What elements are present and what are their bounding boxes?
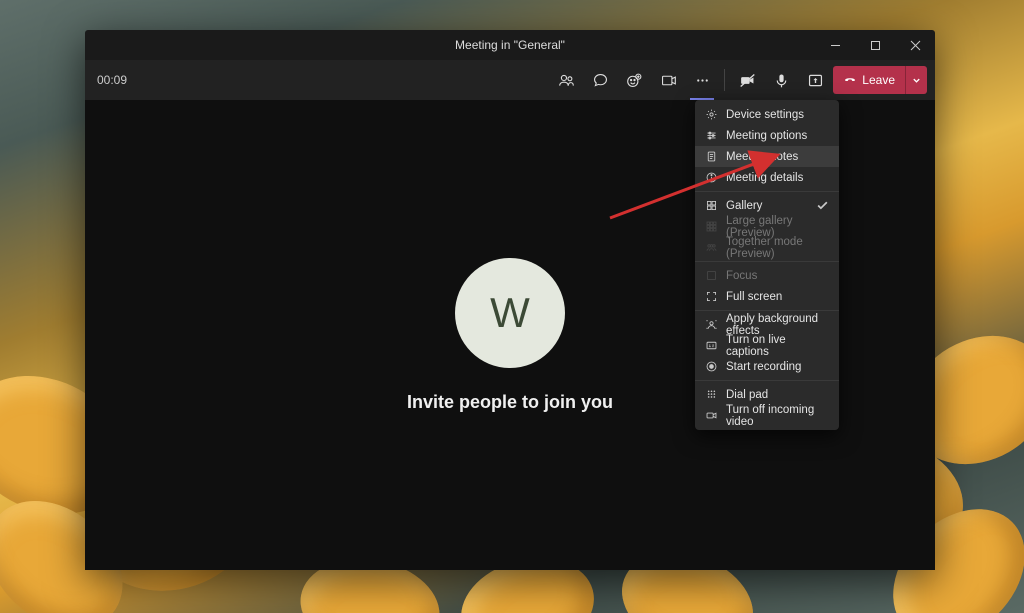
more-actions-menu: Device settings Meeting options Meeting … bbox=[695, 100, 839, 430]
menu-device-settings[interactable]: Device settings bbox=[695, 104, 839, 125]
minimize-button[interactable] bbox=[815, 30, 855, 60]
menu-meeting-details[interactable]: Meeting details bbox=[695, 167, 839, 188]
menu-separator bbox=[695, 191, 839, 192]
menu-large-gallery: Large gallery (Preview) bbox=[695, 216, 839, 237]
menu-label: Full screen bbox=[726, 291, 782, 303]
menu-label: Gallery bbox=[726, 200, 762, 212]
leave-button[interactable]: Leave bbox=[833, 66, 927, 94]
menu-label: Device settings bbox=[726, 109, 804, 121]
rooms-button[interactable] bbox=[652, 64, 684, 96]
window-controls bbox=[815, 30, 935, 60]
menu-label: Meeting notes bbox=[726, 151, 798, 163]
toolbar-separator bbox=[724, 69, 725, 91]
menu-label: Start recording bbox=[726, 361, 801, 373]
menu-label: Turn on live captions bbox=[726, 334, 829, 358]
invite-text: Invite people to join you bbox=[407, 392, 613, 413]
menu-separator bbox=[695, 310, 839, 311]
leave-caret[interactable] bbox=[905, 66, 927, 94]
menu-meeting-options[interactable]: Meeting options bbox=[695, 125, 839, 146]
avatar: W bbox=[455, 258, 565, 368]
titlebar: Meeting in "General" bbox=[85, 30, 935, 60]
camera-button[interactable] bbox=[731, 64, 763, 96]
menu-background-effects[interactable]: Apply background effects bbox=[695, 314, 839, 335]
menu-label: Meeting details bbox=[726, 172, 803, 184]
menu-label: Turn off incoming video bbox=[726, 404, 829, 428]
chat-button[interactable] bbox=[584, 64, 616, 96]
menu-dial-pad[interactable]: Dial pad bbox=[695, 384, 839, 405]
leave-label: Leave bbox=[862, 73, 895, 87]
check-icon bbox=[816, 199, 829, 212]
window-title: Meeting in "General" bbox=[455, 38, 565, 52]
mic-button[interactable] bbox=[765, 64, 797, 96]
meeting-timer: 00:09 bbox=[97, 73, 127, 87]
menu-together-mode: Together mode (Preview) bbox=[695, 237, 839, 258]
menu-live-captions[interactable]: Turn on live captions bbox=[695, 335, 839, 356]
meeting-toolbar: 00:09 bbox=[85, 60, 935, 100]
menu-label: Meeting options bbox=[726, 130, 807, 142]
menu-label: Together mode (Preview) bbox=[726, 236, 829, 260]
people-button[interactable] bbox=[550, 64, 582, 96]
menu-start-recording[interactable]: Start recording bbox=[695, 356, 839, 377]
menu-meeting-notes[interactable]: Meeting notes bbox=[695, 146, 839, 167]
menu-separator bbox=[695, 261, 839, 262]
menu-label: Dial pad bbox=[726, 389, 768, 401]
close-button[interactable] bbox=[895, 30, 935, 60]
menu-focus: Focus bbox=[695, 265, 839, 286]
maximize-button[interactable] bbox=[855, 30, 895, 60]
more-actions-button[interactable] bbox=[686, 64, 718, 96]
menu-label: Focus bbox=[726, 270, 757, 282]
avatar-initial: W bbox=[490, 289, 530, 337]
menu-full-screen[interactable]: Full screen bbox=[695, 286, 839, 307]
meeting-window: Meeting in "General" 00:09 bbox=[85, 30, 935, 570]
menu-turn-off-incoming[interactable]: Turn off incoming video bbox=[695, 405, 839, 426]
menu-separator bbox=[695, 380, 839, 381]
reactions-button[interactable] bbox=[618, 64, 650, 96]
menu-gallery[interactable]: Gallery bbox=[695, 195, 839, 216]
share-button[interactable] bbox=[799, 64, 831, 96]
